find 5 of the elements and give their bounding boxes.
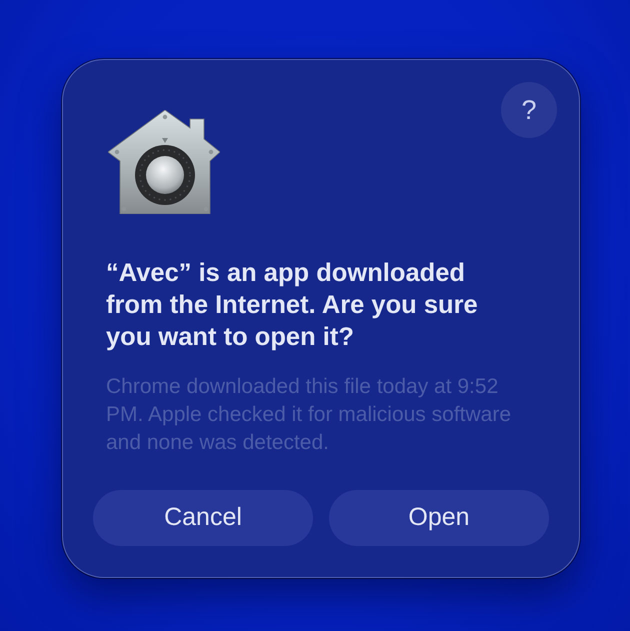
house-dial-icon bbox=[108, 110, 220, 214]
cancel-button[interactable]: Cancel bbox=[93, 490, 313, 546]
open-button[interactable]: Open bbox=[329, 490, 549, 546]
help-button[interactable]: ? bbox=[501, 82, 557, 138]
dialog-title: “Avec” is an app downloaded from the Internet. Are you sure you want to open it? bbox=[106, 258, 479, 353]
